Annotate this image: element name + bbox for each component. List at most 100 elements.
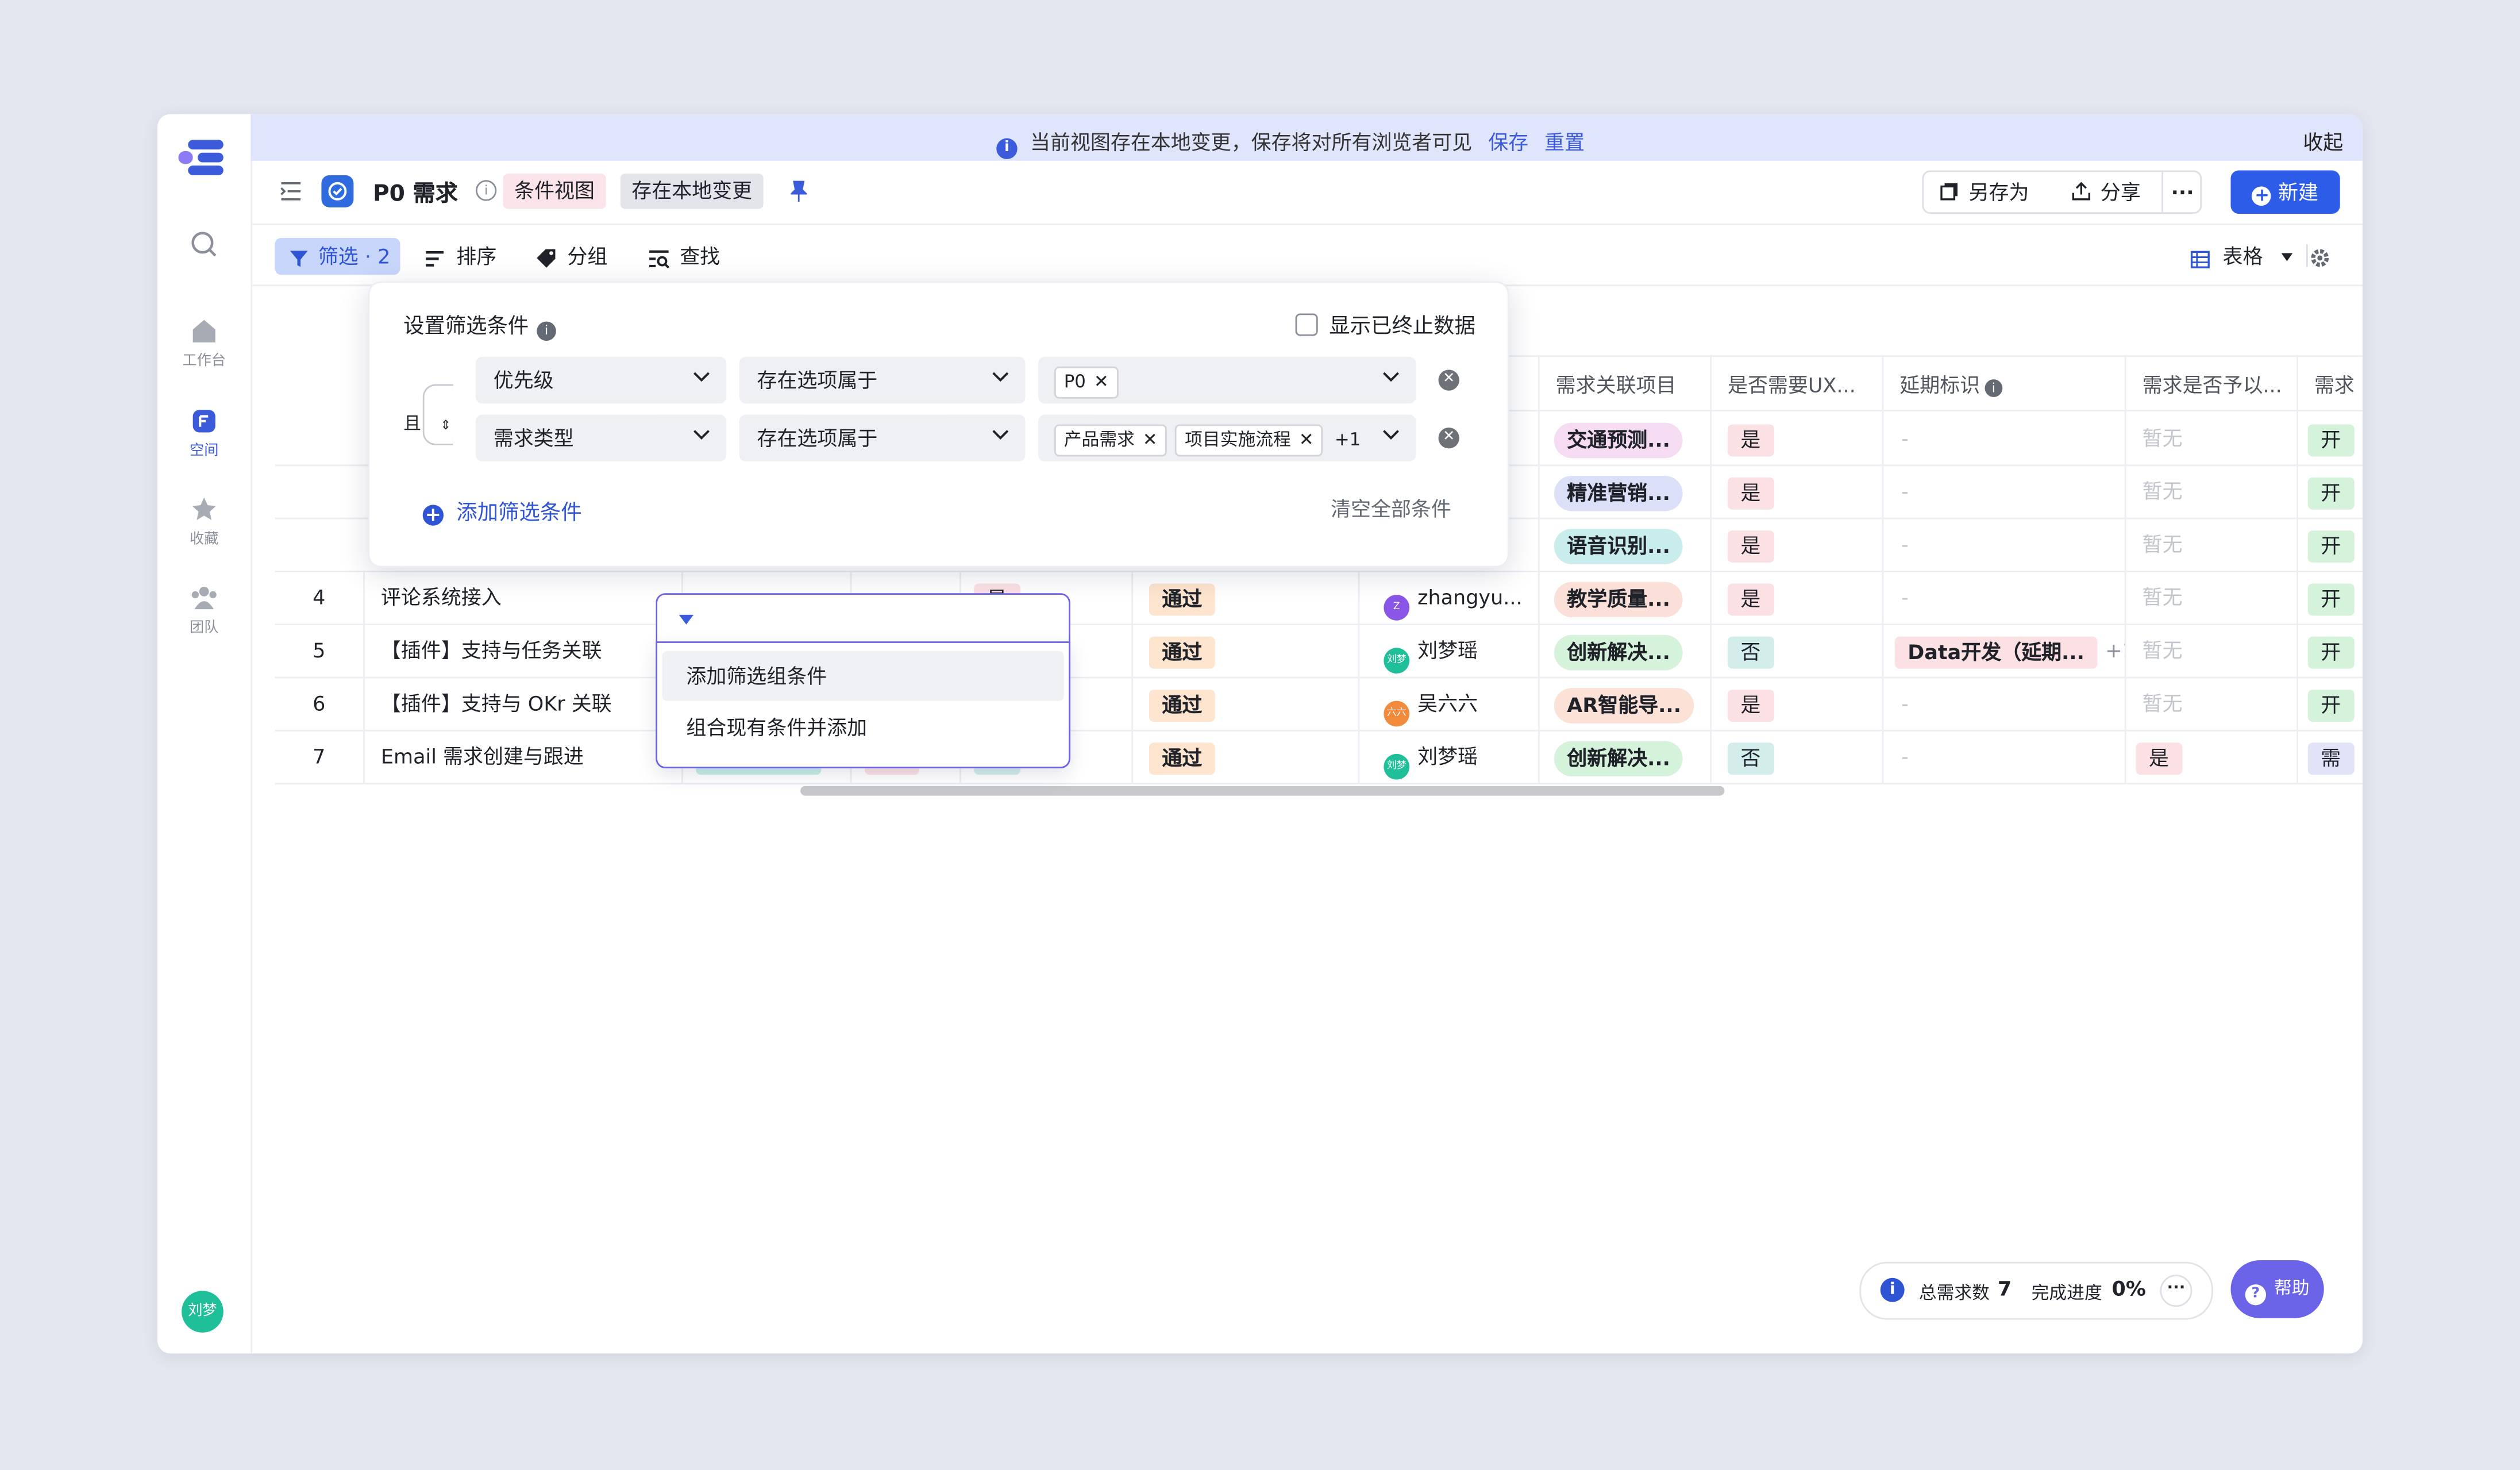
given-cell[interactable]: 暂无 <box>2126 411 2298 465</box>
column-header[interactable]: 需求 <box>2298 355 2363 412</box>
given-cell[interactable]: 暂无 <box>2126 464 2298 518</box>
remove-condition-icon[interactable]: ✕ <box>1438 428 1459 449</box>
condition-field-select[interactable]: 需求类型 <box>475 414 727 461</box>
remove-icon[interactable]: ✕ <box>1299 428 1314 449</box>
sidebar-item-favorites[interactable]: 收藏 <box>157 495 251 548</box>
project-cell[interactable]: 精准营销... <box>1540 464 1712 518</box>
condition-value-select[interactable]: 产品需求 ✕ 项目实施流程 ✕ +1 <box>1038 414 1416 461</box>
column-header[interactable]: 需求关联项目 <box>1539 355 1712 412</box>
table-row[interactable]: 7Email 需求创建与跟进项目实施...P0否通过刘梦刘梦瑶创新解决...否-… <box>275 729 2363 785</box>
need-ux-cell[interactable]: 否 <box>1712 624 1884 677</box>
app-logo[interactable] <box>178 137 226 179</box>
condition-operator-select[interactable]: 存在选项属于 <box>739 356 1026 404</box>
condition-value-select[interactable]: P0 ✕ <box>1038 356 1416 404</box>
given-cell[interactable]: 暂无 <box>2126 676 2298 730</box>
collapse-button[interactable]: 收起 <box>2303 125 2343 156</box>
column-header[interactable]: 需求是否予以... <box>2126 355 2298 412</box>
project-cell[interactable]: AR智能导... <box>1540 676 1712 730</box>
need-ux-cell[interactable]: 是 <box>1712 411 1884 465</box>
status-cell[interactable]: 通过 <box>1133 676 1360 730</box>
given-cell[interactable]: 暂无 <box>2126 517 2298 571</box>
title-info-icon[interactable]: i <box>475 180 497 201</box>
row-number-cell[interactable]: 6 <box>275 676 365 730</box>
info-icon[interactable]: i <box>537 321 556 341</box>
column-header[interactable]: 是否需要UX... <box>1712 355 1884 412</box>
last-cell[interactable]: 开 <box>2298 411 2363 464</box>
filter-button[interactable]: 筛选 · 2 <box>275 237 400 275</box>
settings-button[interactable] <box>2310 238 2330 275</box>
checkbox[interactable] <box>1295 313 1318 336</box>
row-number-cell[interactable]: 7 <box>275 729 365 783</box>
sidebar-toggle-icon[interactable] <box>280 182 302 201</box>
condition-field-select[interactable]: 优先级 <box>475 356 727 404</box>
status-cell[interactable]: 通过 <box>1133 624 1360 677</box>
title-cell[interactable]: Email 需求创建与跟进 <box>365 729 683 783</box>
delay-cell[interactable]: - <box>1883 464 2126 518</box>
conjunction-toggle[interactable]: 且 ⇕ <box>403 410 451 436</box>
last-cell[interactable]: 需 <box>2298 730 2363 783</box>
status-cell[interactable]: 通过 <box>1133 729 1360 783</box>
owner-cell[interactable]: 刘梦 刘梦瑶 <box>1367 729 1540 783</box>
sidebar-item-team[interactable]: 团队 <box>157 583 251 637</box>
need-ux-cell[interactable]: 是 <box>1712 464 1884 518</box>
find-button[interactable]: 查找 <box>648 238 720 275</box>
last-cell[interactable]: 开 <box>2298 624 2363 676</box>
new-button[interactable]: + 新建 <box>2230 170 2340 214</box>
title-cell[interactable]: 评论系统接入 <box>365 571 683 624</box>
add-filter-button[interactable]: + 添加筛选条件 <box>422 495 582 526</box>
last-cell[interactable]: 开 <box>2298 677 2363 730</box>
save-link[interactable]: 保存 <box>1488 130 1528 155</box>
reset-link[interactable]: 重置 <box>1544 130 1585 155</box>
save-as-button[interactable]: 另存为 <box>1940 172 2029 212</box>
menu-item-combine-existing[interactable]: 组合现有条件并添加 <box>662 702 1064 752</box>
project-cell[interactable]: 语音识别... <box>1540 517 1712 571</box>
last-cell[interactable]: 开 <box>2298 571 2363 624</box>
delay-cell[interactable]: - <box>1883 411 2126 465</box>
project-cell[interactable]: 交通预测... <box>1540 411 1712 465</box>
project-cell[interactable]: 创新解决... <box>1540 624 1712 677</box>
search-nav[interactable] <box>157 230 251 262</box>
sidebar-item-space[interactable]: 空间 <box>157 407 251 460</box>
remove-condition-icon[interactable]: ✕ <box>1438 370 1459 391</box>
group-button[interactable]: 分组 <box>535 238 607 275</box>
owner-cell[interactable]: 刘梦 刘梦瑶 <box>1367 624 1540 677</box>
table-row[interactable]: 4评论系统接入是通过Zzhangyu...教学质量...是-暂无开 <box>275 571 2363 626</box>
title-cell[interactable]: 【插件】支持与任务关联 <box>365 624 683 677</box>
given-cell[interactable]: 是 <box>2126 729 2298 783</box>
help-button[interactable]: ? 帮助 <box>2230 1260 2324 1318</box>
table-row[interactable]: 5【插件】支持与任务关联产品需求P0否通过刘梦刘梦瑶创新解决...否Data开发… <box>275 624 2363 679</box>
title-cell[interactable]: 【插件】支持与 OKr 关联 <box>365 676 683 730</box>
given-cell[interactable]: 暂无 <box>2126 624 2298 677</box>
delay-cell[interactable]: - <box>1883 676 2126 730</box>
owner-cell[interactable]: Zzhangyu... <box>1367 571 1540 624</box>
menu-item-add-group[interactable]: 添加筛选组条件 <box>662 651 1064 701</box>
column-header[interactable]: 延期标识 i <box>1883 355 2126 412</box>
need-ux-cell[interactable]: 否 <box>1712 729 1884 783</box>
owner-cell[interactable]: 六六 吴六六 <box>1367 676 1540 730</box>
last-cell[interactable]: 开 <box>2298 518 2363 571</box>
delay-cell[interactable]: Data开发（延期... +1 <box>1883 624 2126 677</box>
condition-operator-select[interactable]: 存在选项属于 <box>739 414 1026 461</box>
remove-icon[interactable]: ✕ <box>1094 371 1109 391</box>
show-terminated-checkbox[interactable]: 显示已终止数据 <box>1295 309 1475 339</box>
share-button[interactable]: 分享 <box>2072 172 2141 212</box>
local-change-tag[interactable]: 存在本地变更 <box>620 174 764 209</box>
need-ux-cell[interactable]: 是 <box>1712 676 1884 730</box>
add-filter-dropdown-trigger[interactable] <box>656 593 1070 643</box>
remove-icon[interactable]: ✕ <box>1143 428 1158 449</box>
horizontal-scrollbar[interactable] <box>800 786 1725 796</box>
need-ux-cell[interactable]: 是 <box>1712 571 1884 624</box>
table-row[interactable]: 6【插件】支持与 OKr 关联产品需求P0是通过六六吴六六AR智能导...是-暂… <box>275 676 2363 732</box>
info-icon[interactable]: i <box>1880 1277 1905 1302</box>
sort-button[interactable]: 排序 <box>424 238 496 275</box>
user-avatar[interactable]: 刘梦 <box>182 1291 224 1333</box>
need-ux-cell[interactable]: 是 <box>1712 517 1884 571</box>
pin-icon[interactable] <box>791 180 807 202</box>
given-cell[interactable]: 暂无 <box>2126 571 2298 624</box>
stats-more-button[interactable]: ··· <box>2160 1275 2193 1307</box>
sidebar-item-workbench[interactable]: 工作台 <box>157 317 251 370</box>
project-cell[interactable]: 创新解决... <box>1540 729 1712 783</box>
clear-all-button[interactable]: 清空全部条件 <box>1331 492 1451 522</box>
status-cell[interactable]: 通过 <box>1133 571 1360 624</box>
view-switcher[interactable]: 表格 <box>2190 238 2294 275</box>
